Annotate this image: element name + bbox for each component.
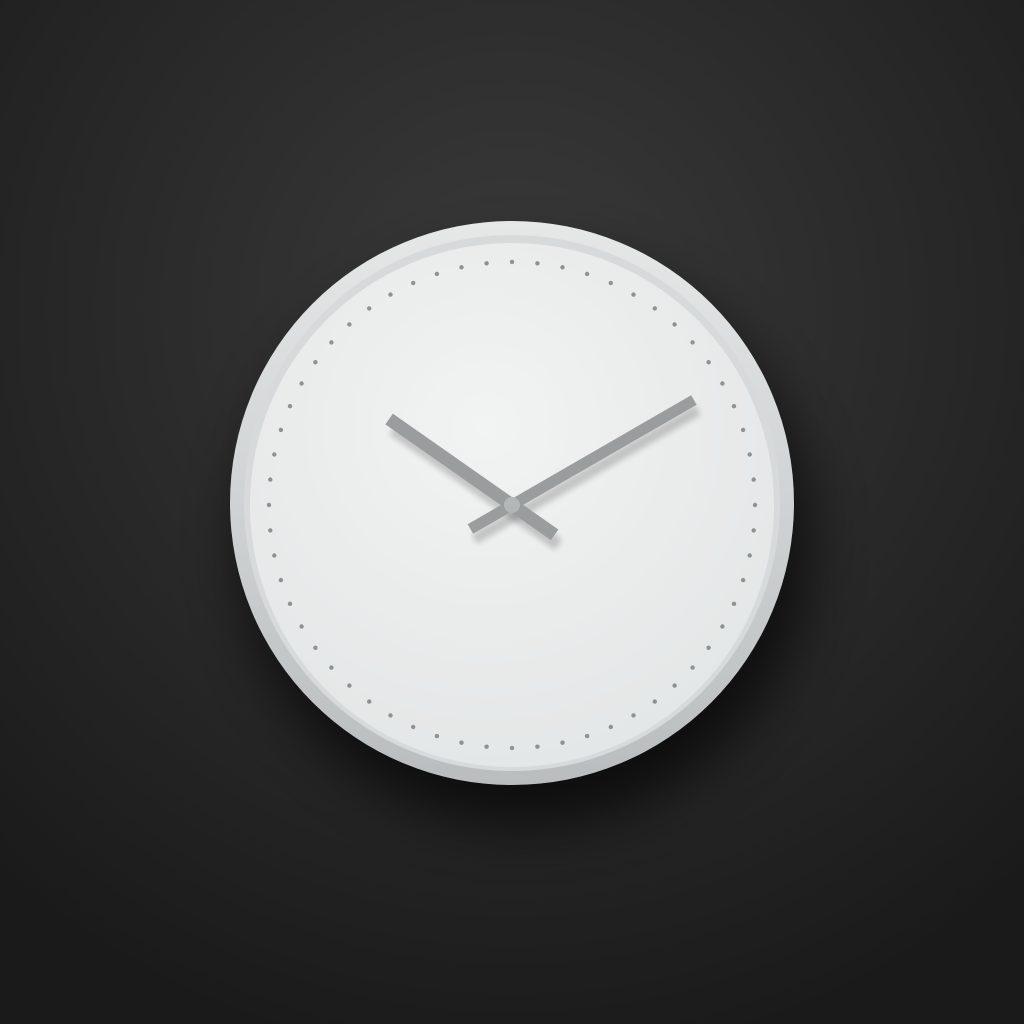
minute-tick-dot xyxy=(509,259,515,265)
minute-tick-dot xyxy=(631,292,636,297)
minute-tick-dot xyxy=(459,740,464,745)
minute-tick-dot xyxy=(313,360,318,365)
minute-tick-dot xyxy=(535,261,540,266)
minute-tick-dot xyxy=(329,665,334,670)
minute-tick-dot xyxy=(484,261,489,266)
minute-tick-dot xyxy=(266,502,272,508)
minute-tick-dot xyxy=(299,381,304,386)
minute-tick-dot xyxy=(731,404,737,409)
minute-tick-dot xyxy=(690,665,695,670)
minute-tick-dot xyxy=(278,427,284,433)
minute-tick-dot xyxy=(329,340,334,345)
minute-tick-dot xyxy=(740,427,746,433)
minute-tick-dot xyxy=(752,502,758,508)
wall-clock xyxy=(230,221,794,785)
center-cap xyxy=(504,497,520,513)
minute-tick-dot xyxy=(509,745,515,751)
minute-tick-dot xyxy=(535,744,540,749)
minute-tick-dot xyxy=(652,306,657,311)
minute-tick-dot xyxy=(652,699,657,704)
minute-tick-dot xyxy=(672,683,677,688)
minute-tick-dot xyxy=(411,724,416,730)
minute-tick-dot xyxy=(272,452,277,457)
minute-tick-dot xyxy=(484,744,489,749)
minute-tick-dot xyxy=(751,477,756,482)
minute-tick-dot xyxy=(367,699,372,704)
minute-tick-dot xyxy=(299,624,304,629)
minute-tick-dot xyxy=(751,528,756,533)
minute-tick-dot xyxy=(747,452,752,457)
minute-tick-dot xyxy=(272,553,277,558)
minute-tick-dot xyxy=(268,477,273,482)
minute-tick-dot xyxy=(388,292,393,297)
minute-tick-dot xyxy=(313,645,318,650)
minute-tick-dot xyxy=(459,265,464,270)
minute-tick-dot xyxy=(287,601,293,606)
minute-tick-dot xyxy=(434,733,440,739)
minute-tick-dot xyxy=(731,601,737,606)
minute-tick-dot xyxy=(608,724,613,730)
minute-tick-dot xyxy=(388,713,393,718)
minute-tick-dot xyxy=(268,528,273,533)
minute-tick-dot xyxy=(560,265,565,270)
minute-tick-dot xyxy=(720,624,725,629)
minute-tick-dot xyxy=(706,645,711,650)
minute-tick-dot xyxy=(690,340,695,345)
minute-tick-dot xyxy=(631,713,636,718)
minute-tick-dot xyxy=(584,733,590,739)
minute-tick-dot xyxy=(747,553,752,558)
minute-tick-dot xyxy=(560,740,565,745)
minute-tick-dot xyxy=(608,280,613,286)
minute-tick-dot xyxy=(584,271,590,277)
minute-tick-dot xyxy=(278,577,284,583)
clock-scene xyxy=(0,0,1024,1024)
minute-tick-dot xyxy=(740,577,746,583)
minute-tick-dot xyxy=(434,271,440,277)
minute-tick-dot xyxy=(706,360,711,365)
minute-tick-dot xyxy=(672,322,677,327)
minute-tick-dot xyxy=(287,404,293,409)
minute-tick-dot xyxy=(411,280,416,286)
minute-tick-dot xyxy=(367,306,372,311)
minute-tick-dot xyxy=(347,683,352,688)
minute-tick-dot xyxy=(347,322,352,327)
minute-tick-dot xyxy=(720,381,725,386)
